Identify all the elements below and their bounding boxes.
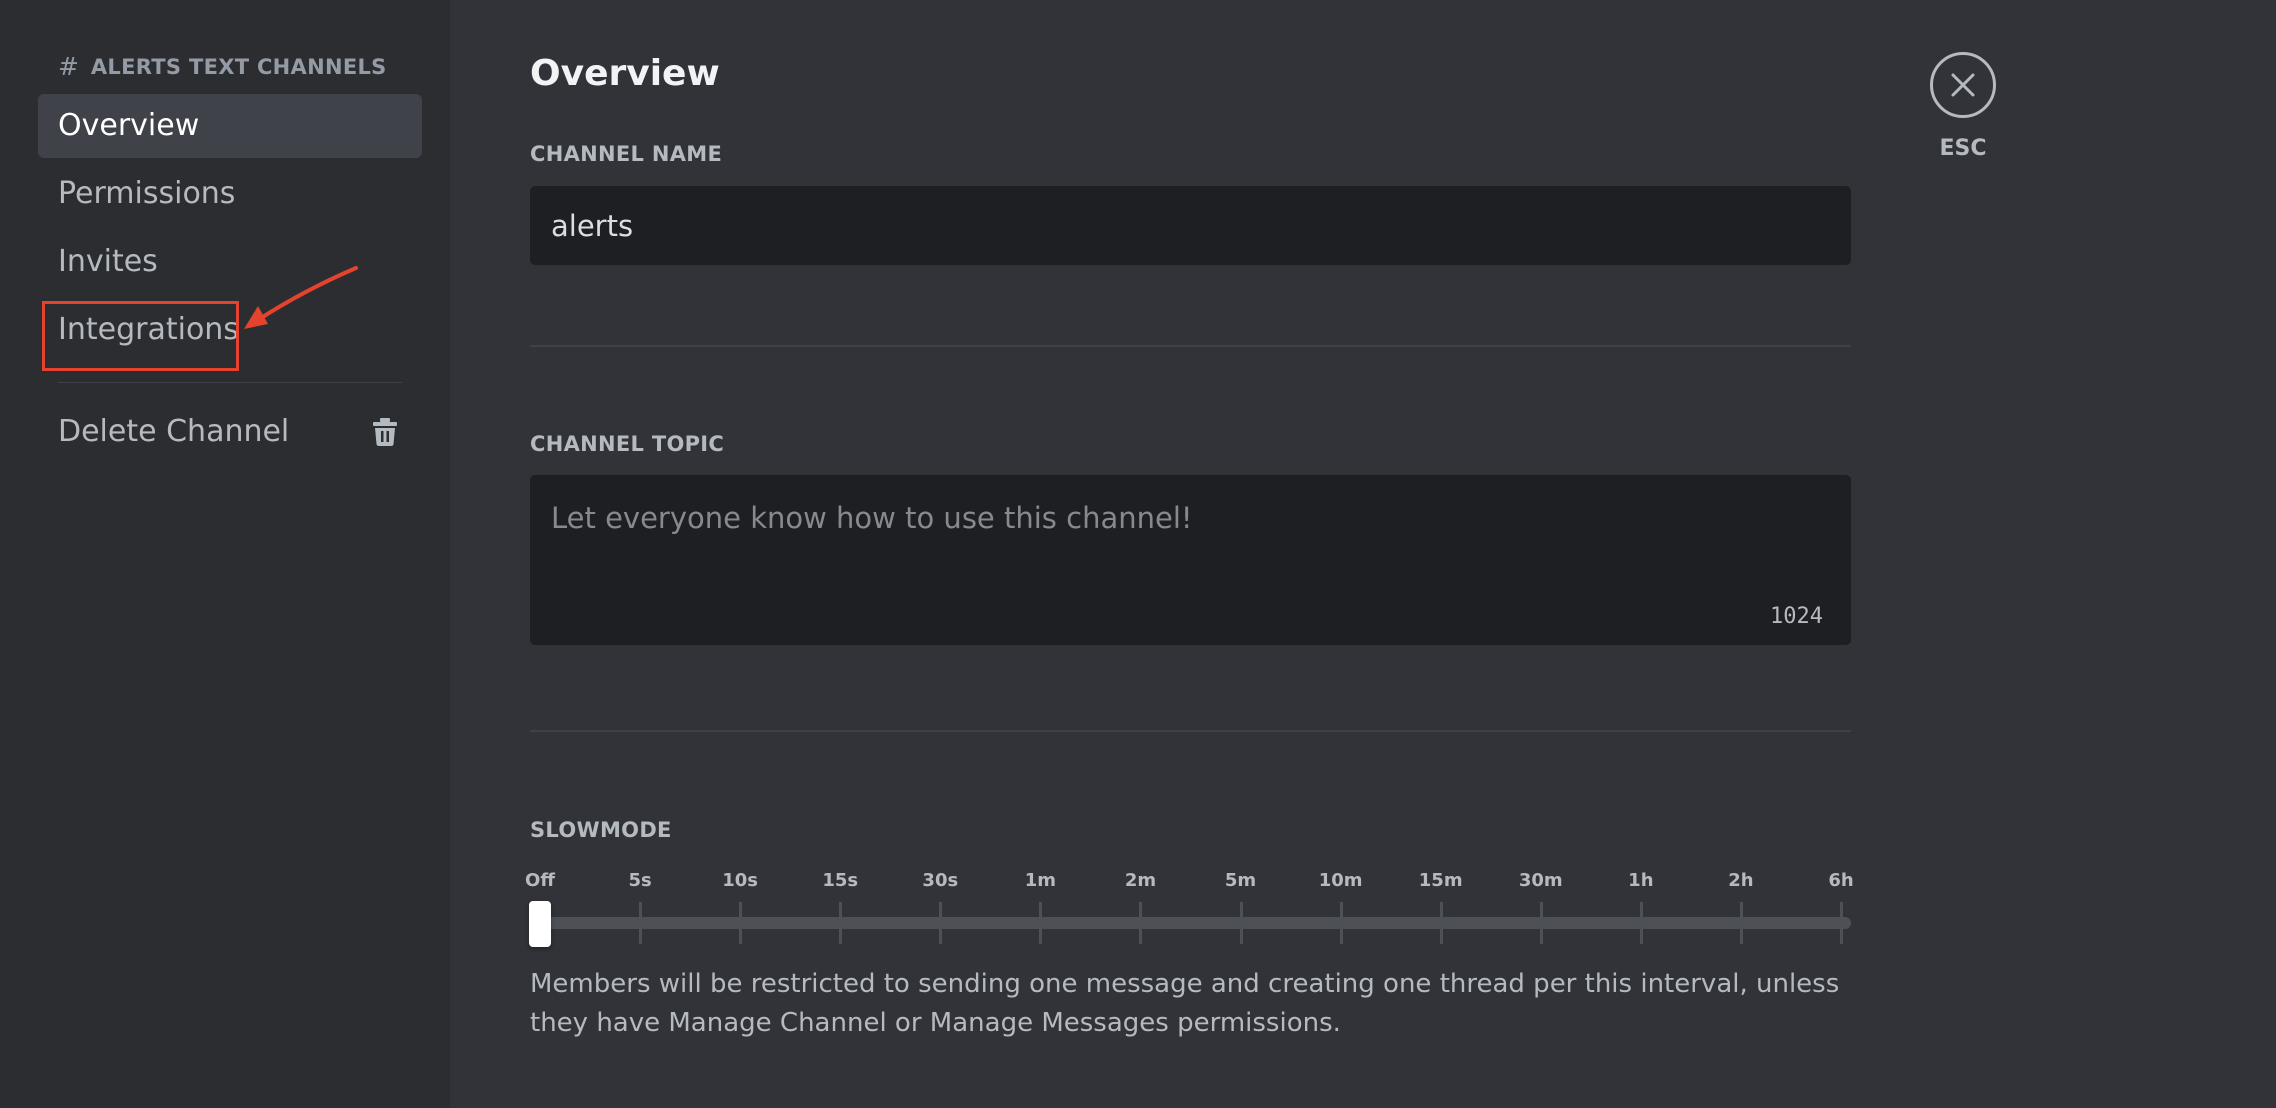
sidebar-header-suffix: TEXT CHANNELS [188,55,387,79]
slowmode-tick-label[interactable]: 10s [722,870,758,891]
sidebar-item-permissions[interactable]: Permissions [38,162,422,226]
topic-char-count: 1024 [1770,604,1823,629]
slowmode-tick-mark [1039,902,1043,944]
slowmode-tick-mark [1339,902,1343,944]
slider-track[interactable] [530,917,1851,929]
slider-thumb[interactable] [529,901,551,947]
channel-name-label: CHANNEL NAME [530,142,723,166]
page-title: Overview [530,53,720,94]
slowmode-tick-mark [1639,902,1643,944]
slowmode-label: SLOWMODE [530,818,672,842]
slowmode-tick-mark [1239,902,1243,944]
delete-channel-label: Delete Channel [58,414,290,449]
slowmode-tick-label[interactable]: 5m [1225,870,1256,891]
slowmode-tick-mark [1539,902,1543,944]
sidebar-item-label: Permissions [58,176,236,211]
slowmode-tick-mark [1739,902,1743,944]
slowmode-tick-label[interactable]: 2h [1728,870,1753,891]
esc-label: ESC [1939,136,1987,161]
slowmode-help-text: Members will be restricted to sending on… [530,969,1840,1038]
channel-topic-placeholder: Let everyone know how to use this channe… [551,501,1193,535]
sidebar-header-channel: ALERTS [90,55,182,79]
slowmode-tick-mark [1439,902,1443,944]
settings-content: Overview CHANNEL NAME CHANNEL TOPIC Let … [450,0,2276,1108]
slowmode-tick-label[interactable]: 5s [628,870,651,891]
slowmode-tick-label[interactable]: 1h [1628,870,1653,891]
slowmode-tick-label[interactable]: 2m [1125,870,1156,891]
channel-topic-input[interactable]: Let everyone know how to use this channe… [530,475,1851,645]
slowmode-tick-label[interactable]: 15s [822,870,858,891]
close-button[interactable] [1930,52,1996,118]
sidebar-item-overview[interactable]: Overview [38,94,422,158]
sidebar-item-label: Invites [58,244,158,279]
slowmode-tick-mark [939,902,943,944]
channel-topic-label: CHANNEL TOPIC [530,432,725,456]
sidebar-item-label: Overview [58,108,200,143]
section-divider [530,345,1851,347]
slowmode-tick-mark [839,902,843,944]
slowmode-tick-mark [639,902,643,944]
channel-name-input[interactable] [530,186,1851,265]
slowmode-tick-label[interactable]: 6h [1828,870,1853,891]
slowmode-tick-label[interactable]: 1m [1025,870,1056,891]
slowmode-tick-label[interactable]: 15m [1419,870,1463,891]
section-divider [530,730,1851,732]
annotation-arrow-icon [244,266,358,329]
slowmode-tick-label[interactable]: 30m [1519,870,1563,891]
integrations-highlight-box [42,301,239,371]
slowmode-slider[interactable]: Off 5s 10s 15s 30s 1m 2m 5m 10m 15m 30m 1h 2h 6h [525,870,1854,950]
sidebar-separator [58,382,402,383]
slowmode-tick-mark [1840,902,1843,944]
close-icon [1951,73,1975,97]
settings-sidebar: # ALERTS TEXT CHANNELS Overview Permissi… [0,0,450,1108]
slowmode-tick-label[interactable]: Off [525,870,555,891]
hash-icon: # [58,52,80,81]
slowmode-tick-mark [739,902,743,944]
slowmode-tick-mark [1139,902,1143,944]
slowmode-tick-label[interactable]: 10m [1319,870,1363,891]
slowmode-tick-label[interactable]: 30s [922,870,958,891]
trash-icon[interactable] [372,418,398,446]
channel-settings: # ALERTS TEXT CHANNELS Overview Permissi… [0,0,2276,1108]
sidebar-header: # ALERTS TEXT CHANNELS [58,51,387,81]
delete-channel-button[interactable]: Delete Channel [38,400,422,464]
